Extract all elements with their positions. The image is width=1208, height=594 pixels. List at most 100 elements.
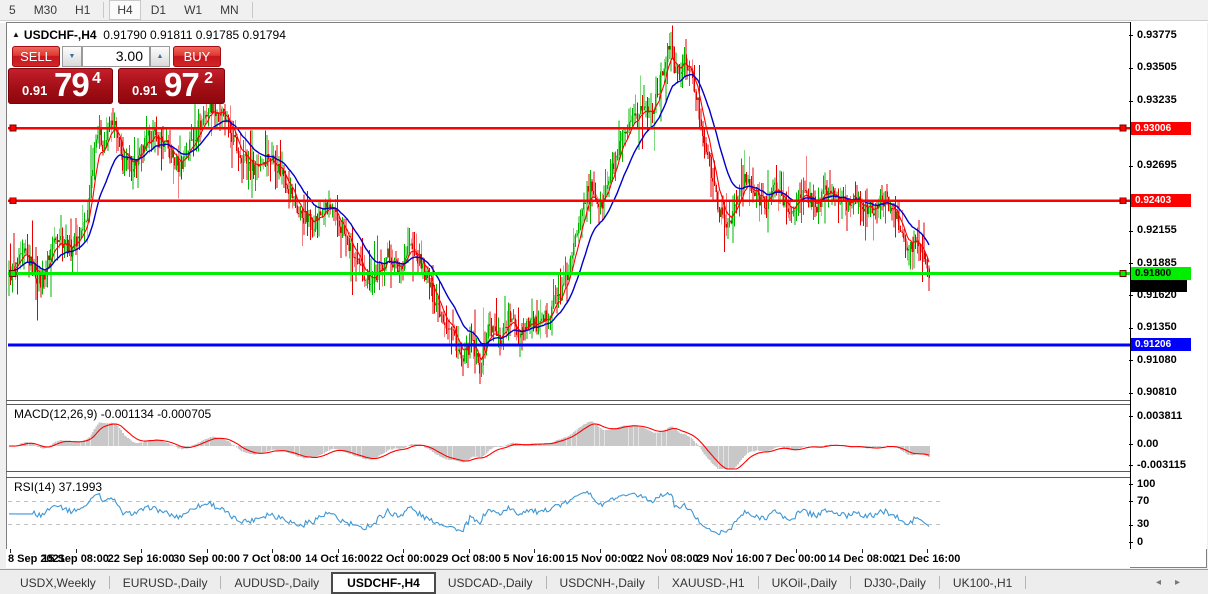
tab-scroll-arrows[interactable]: ◂▸ <box>1156 577 1194 588</box>
level-price-badge: 0.92403 <box>1131 194 1191 207</box>
tab-scroll-right-icon[interactable]: ▸ <box>1175 577 1194 588</box>
rsi-line <box>9 491 929 534</box>
chart-tab-usdcnhdaily[interactable]: USDCNH-,Daily <box>548 573 657 593</box>
timeframe-button-mn[interactable]: MN <box>212 0 247 20</box>
sell-price-pip: 4 <box>92 70 101 88</box>
line-handle[interactable] <box>10 125 16 131</box>
buy-price-main: 97 <box>164 66 199 104</box>
time-tick-label: 14 Dec 08:00 <box>828 553 895 565</box>
chart-tab-usdxweekly[interactable]: USDX,Weekly <box>8 573 108 593</box>
level-price-badge: 0.93006 <box>1131 122 1191 135</box>
buy-button[interactable]: BUY <box>173 46 221 67</box>
chart-tab-dj30daily[interactable]: DJ30-,Daily <box>852 573 938 593</box>
timeframe-button-m30[interactable]: M30 <box>26 0 65 20</box>
line-handle[interactable] <box>1120 270 1126 276</box>
tab-separator <box>220 576 221 589</box>
time-tick-label: 5 Nov 16:00 <box>503 553 564 565</box>
tab-separator <box>546 576 547 589</box>
macd-histogram <box>9 421 929 469</box>
price-axis[interactable]: 0.937750.935050.932350.926950.921550.918… <box>1131 22 1207 549</box>
time-tick-label: 14 Oct 16:00 <box>305 553 370 565</box>
time-axis[interactable]: 8 Sep 202115 Sep 08:0022 Sep 16:0030 Sep… <box>6 549 1130 568</box>
timeframe-button-d1[interactable]: D1 <box>143 0 174 20</box>
chart-tab-eurusddaily[interactable]: EURUSD-,Daily <box>111 573 220 593</box>
timeframe-button-h1[interactable]: H1 <box>67 0 98 20</box>
chart-tab-usdchfh4[interactable]: USDCHF-,H4 <box>331 572 436 594</box>
volume-input[interactable]: 3.00 <box>82 46 150 67</box>
macd-axis-label: -0.003115 <box>1137 459 1186 471</box>
sell-price-button[interactable]: 0.91 79 4 <box>8 68 113 104</box>
time-tick-label: 29 Nov 16:00 <box>697 553 764 565</box>
tab-scroll-left-icon[interactable]: ◂ <box>1156 577 1175 588</box>
chart-tab-bar: USDX,WeeklyEURUSD-,DailyAUDUSD-,DailyUSD… <box>0 569 1208 594</box>
sell-button[interactable]: SELL <box>12 46 60 67</box>
timeframe-button-5[interactable]: 5 <box>1 0 24 20</box>
level-price-badge: 0.91206 <box>1131 338 1191 351</box>
line-handle[interactable] <box>10 270 16 276</box>
time-tick-label: 15 Sep 08:00 <box>42 553 109 565</box>
chart-tab-ukoildaily[interactable]: UKOil-,Daily <box>760 573 849 593</box>
current-price-badge <box>1131 280 1187 292</box>
buy-price-pip: 2 <box>204 70 213 88</box>
time-tick-label: 7 Dec 00:00 <box>766 553 827 565</box>
chart-tab-audusddaily[interactable]: AUDUSD-,Daily <box>222 573 331 593</box>
timeframe-toolbar: 5M30H1 H4D1W1MN <box>0 0 1208 20</box>
price-tick-label: 0.93505 <box>1137 61 1177 73</box>
macd-label: MACD(12,26,9) -0.001134 -0.000705 <box>14 407 211 421</box>
collapse-triangle-icon[interactable]: ▲ <box>12 30 20 39</box>
line-handle[interactable] <box>1120 125 1126 131</box>
rsi-axis-label: 30 <box>1137 518 1149 530</box>
level-price-badge: 0.91800 <box>1131 267 1191 280</box>
timeframe-button-w1[interactable]: W1 <box>176 0 210 20</box>
mt4-terminal: 5M30H1H4D1W1MN ▲USDCHF-,H4 0.91790 0.918… <box>0 0 1208 594</box>
rsi-indicator-pane[interactable] <box>8 478 1130 549</box>
time-tick-label: 29 Oct 08:00 <box>436 553 501 565</box>
tab-separator <box>658 576 659 589</box>
price-tick-label: 0.92695 <box>1137 159 1177 171</box>
sell-price-main: 79 <box>54 66 89 104</box>
time-tick-label: 22 Sep 16:00 <box>108 553 175 565</box>
buy-price-button[interactable]: 0.91 97 2 <box>118 68 225 104</box>
arrow-down-icon: ▼ <box>69 53 76 60</box>
time-tick-label: 30 Sep 00:00 <box>173 553 240 565</box>
arrow-up-icon: ▲ <box>157 53 164 60</box>
tab-separator <box>109 576 110 589</box>
pane-divider[interactable] <box>6 400 1130 401</box>
rsi-axis-label: 0 <box>1137 536 1143 548</box>
macd-axis-label: 0.00 <box>1137 438 1158 450</box>
price-tick-label: 0.90810 <box>1137 386 1177 398</box>
one-click-trade-panel: SELL ▼ 3.00 ▲ BUY 0.91 79 4 0.91 97 2 <box>8 45 226 104</box>
macd-axis-label: 0.003811 <box>1137 410 1182 422</box>
tab-separator <box>939 576 940 589</box>
time-tick-label: 22 Nov 08:00 <box>631 553 698 565</box>
time-tick-label: 21 Dec 16:00 <box>894 553 961 565</box>
line-handle[interactable] <box>1120 198 1126 204</box>
time-tick-label: 22 Oct 00:00 <box>371 553 436 565</box>
buy-price-prefix: 0.91 <box>132 83 157 98</box>
chart-tab-usdcaddaily[interactable]: USDCAD-,Daily <box>436 573 545 593</box>
ma-slow-line <box>9 75 929 345</box>
timeframe-button-h4[interactable]: H4 <box>109 0 140 20</box>
toolbar-separator <box>103 2 104 18</box>
tab-separator <box>850 576 851 589</box>
price-tick-label: 0.91350 <box>1137 321 1177 333</box>
ohlc-quotes: 0.91790 0.91811 0.91785 0.91794 <box>103 28 286 42</box>
chart-tab-uk100h1[interactable]: UK100-,H1 <box>941 573 1024 593</box>
price-tick-label: 0.93235 <box>1137 94 1177 106</box>
volume-increase-button[interactable]: ▲ <box>150 46 170 67</box>
sell-price-prefix: 0.91 <box>22 83 47 98</box>
toolbar-separator <box>252 2 253 18</box>
line-handle[interactable] <box>10 198 16 204</box>
tab-separator <box>1025 576 1026 589</box>
chart-tab-xauusdh1[interactable]: XAUUSD-,H1 <box>660 573 757 593</box>
tab-separator <box>758 576 759 589</box>
time-tick-label: 7 Oct 08:00 <box>243 553 302 565</box>
rsi-axis-label: 100 <box>1137 478 1155 490</box>
rsi-axis-label: 70 <box>1137 495 1149 507</box>
price-tick-label: 0.92155 <box>1137 224 1177 236</box>
volume-decrease-button[interactable]: ▼ <box>62 46 82 67</box>
time-tick-label: 15 Nov 00:00 <box>566 553 633 565</box>
pane-divider[interactable] <box>6 471 1130 472</box>
chart-title: ▲ USDCHF-,H4 0.91790 0.91811 0.91785 0.91… <box>12 28 286 42</box>
symbol-period-label: USDCHF-,H4 <box>24 28 97 42</box>
